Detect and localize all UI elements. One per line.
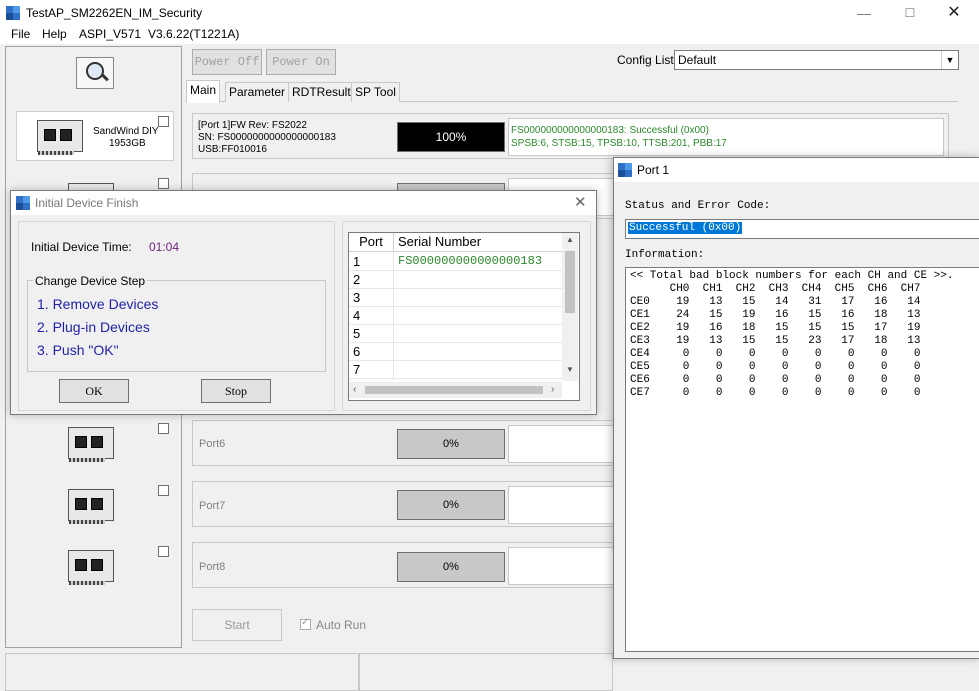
ok-button[interactable]: OK <box>59 379 129 403</box>
app-icon <box>6 6 20 20</box>
menu-aspi[interactable]: ASPI_V571 <box>79 27 141 41</box>
information-label: Information: <box>625 249 705 261</box>
information-textarea[interactable]: << Total bad block numbers for each CH a… <box>625 267 979 652</box>
dialog-right-section: Port Serial Number 1 FS00000000000000018… <box>342 221 591 411</box>
change-device-step-title: Change Device Step <box>33 274 148 288</box>
port-1-fw-rev: [Port 1]FW Rev: FS2022 <box>198 120 307 131</box>
grid-header-port[interactable]: Port <box>349 233 394 252</box>
device-1-checkbox[interactable] <box>158 116 169 127</box>
scroll-right-icon[interactable]: › <box>551 384 554 395</box>
ssd-adapter-icon <box>37 120 83 155</box>
port-8-progress: 0% <box>397 552 505 582</box>
ssd-adapter-icon <box>68 427 114 462</box>
port-1-usb: USB:FF010016 <box>198 144 267 155</box>
port-window-titlebar: Port 1 <box>614 158 979 182</box>
port-1-sn: SN: FS0000000000000000183 <box>198 132 336 143</box>
grid-row[interactable]: 5 <box>349 325 567 343</box>
stop-button[interactable]: Stop <box>201 379 271 403</box>
device-2-checkbox[interactable] <box>158 178 169 189</box>
initial-device-time-label: Initial Device Time: <box>31 240 132 254</box>
tab-main[interactable]: Main <box>186 80 221 103</box>
status-bar-left <box>5 653 359 691</box>
grid-vertical-scrollbar[interactable]: ▲ ▼ <box>562 233 578 381</box>
power-on-button[interactable]: Power On <box>266 49 336 75</box>
port-1-window: Port 1 Status and Error Code: Successful… <box>613 157 979 659</box>
port-6-progress: 0% <box>397 429 505 459</box>
search-device-button[interactable] <box>76 57 114 89</box>
menu-file[interactable]: File <box>11 27 30 41</box>
grid-row[interactable]: 4 <box>349 307 567 325</box>
maximize-icon[interactable]: ☐ <box>887 0 933 26</box>
step-3-text: 3. Push "OK" <box>37 342 119 358</box>
tab-parameter[interactable]: Parameter <box>225 82 290 102</box>
device-size: 1953GB <box>109 138 146 149</box>
port-1-progress: 100% <box>397 122 505 152</box>
close-icon[interactable]: ✕ <box>931 0 977 26</box>
start-button[interactable]: Start <box>192 609 282 641</box>
config-list-label: Config List <box>617 53 674 67</box>
status-code-value: Successful (0x00) <box>628 222 743 234</box>
window-title: TestAP_SM2262EN_IM_Security <box>26 6 203 20</box>
auto-run-label: Auto Run <box>316 618 367 632</box>
config-list-select[interactable]: Default ▼ <box>674 50 959 70</box>
tab-rdtresult[interactable]: RDTResult <box>288 82 355 102</box>
status-code-field[interactable]: Successful (0x00) <box>625 219 979 239</box>
status-bar-right <box>359 653 613 691</box>
device-card-1[interactable]: SandWind DIY 1953GB <box>16 111 174 161</box>
scrollbar-thumb[interactable] <box>365 386 543 394</box>
port-7-progress: 0% <box>397 490 505 520</box>
initial-device-finish-dialog: Initial Device Finish ✕ Initial Device T… <box>10 190 597 415</box>
serial-number-grid[interactable]: Port Serial Number 1 FS00000000000000018… <box>348 232 580 401</box>
ssd-adapter-icon <box>68 489 114 524</box>
grid-row[interactable]: 1 FS000000000000000183 <box>349 253 567 271</box>
grid-header-serial[interactable]: Serial Number <box>394 233 570 252</box>
tab-sp-tool[interactable]: SP Tool <box>351 82 400 102</box>
port-1-panel: [Port 1]FW Rev: FS2022 SN: FS00000000000… <box>192 113 949 159</box>
grid-row[interactable]: 7 <box>349 361 567 379</box>
app-icon <box>618 163 632 177</box>
power-off-button[interactable]: Power Off <box>192 49 262 75</box>
menu-help[interactable]: Help <box>42 27 67 41</box>
grid-row[interactable]: 3 <box>349 289 567 307</box>
dialog-titlebar: Initial Device Finish ✕ <box>11 191 596 215</box>
port-window-title: Port 1 <box>637 163 670 177</box>
minimize-icon[interactable]: — <box>841 0 887 26</box>
device-8-checkbox[interactable] <box>158 546 169 557</box>
device-6-checkbox[interactable] <box>158 423 169 434</box>
step-2-text: 2. Plug-in Devices <box>37 319 150 335</box>
grid-row[interactable]: 6 <box>349 343 567 361</box>
step-1-text: 1. Remove Devices <box>37 296 159 312</box>
device-7-checkbox[interactable] <box>158 485 169 496</box>
grid-horizontal-scrollbar[interactable]: ‹ › <box>349 382 562 398</box>
dialog-left-section: Initial Device Time: 01:04 Change Device… <box>18 221 335 411</box>
app-icon <box>16 196 30 210</box>
close-icon[interactable]: ✕ <box>574 193 587 211</box>
port-8-label: Port8 <box>199 561 226 573</box>
dialog-title: Initial Device Finish <box>35 196 139 210</box>
ssd-adapter-icon <box>68 550 114 585</box>
auto-run-checkbox[interactable]: ✓ <box>300 617 311 630</box>
menu-version[interactable]: V3.6.22(T1221A) <box>148 27 239 41</box>
device-name: SandWind DIY <box>93 126 159 137</box>
scroll-down-icon[interactable]: ▼ <box>566 365 574 374</box>
main-titlebar: TestAP_SM2262EN_IM_Security — ☐ ✕ <box>0 0 979 26</box>
port-7-label: Port7 <box>199 500 226 512</box>
status-error-code-label: Status and Error Code: <box>625 200 771 212</box>
scrollbar-thumb[interactable] <box>565 251 575 313</box>
magnifier-icon <box>86 62 104 80</box>
bad-block-table-text: << Total bad block numbers for each CH a… <box>630 270 954 399</box>
initial-device-time-value: 01:04 <box>149 240 180 254</box>
grid-row[interactable]: 2 <box>349 271 567 289</box>
chevron-down-icon[interactable]: ▼ <box>941 51 958 69</box>
scroll-left-icon[interactable]: ‹ <box>353 384 356 395</box>
scroll-up-icon[interactable]: ▲ <box>566 235 574 244</box>
port-6-label: Port6 <box>199 438 226 450</box>
port-1-status-box: FS000000000000000183: Successful (0x00) … <box>508 118 944 156</box>
menu-bar: File Help ASPI_V571 V3.6.22(T1221A) <box>0 26 979 44</box>
